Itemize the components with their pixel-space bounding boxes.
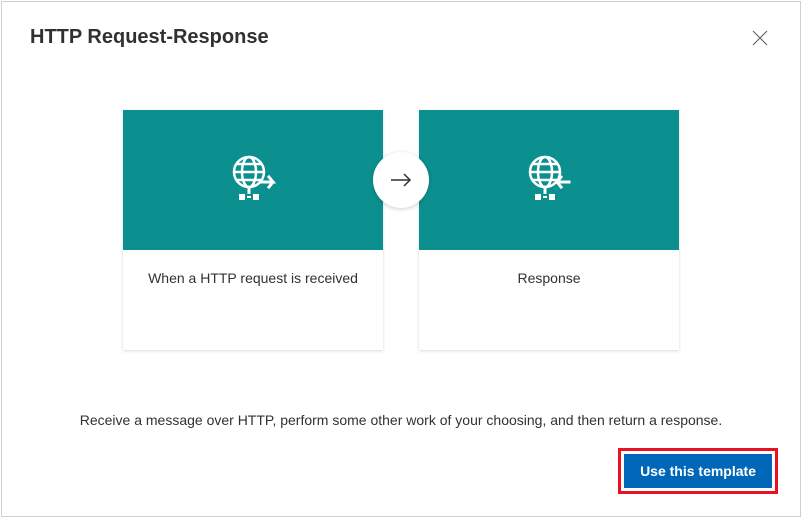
- tutorial-highlight: Use this template: [618, 448, 778, 494]
- template-modal: HTTP Request-Response: [1, 1, 801, 517]
- modal-footer: Use this template: [618, 448, 778, 494]
- close-icon: [752, 30, 768, 46]
- template-description: Receive a message over HTTP, perform som…: [30, 412, 772, 428]
- http-response-icon: [521, 152, 577, 208]
- action-card[interactable]: Response: [419, 110, 679, 350]
- modal-title: HTTP Request-Response: [30, 26, 269, 49]
- http-request-icon: [225, 152, 281, 208]
- flow-diagram: When a HTTP request is received: [30, 110, 772, 350]
- arrow-right-icon: [390, 173, 412, 187]
- action-card-label: Response: [419, 250, 679, 350]
- trigger-card-icon-area: [123, 110, 383, 250]
- close-button[interactable]: [748, 26, 772, 50]
- modal-header: HTTP Request-Response: [30, 26, 772, 50]
- use-template-button[interactable]: Use this template: [624, 454, 772, 488]
- trigger-card-label: When a HTTP request is received: [123, 250, 383, 350]
- action-card-icon-area: [419, 110, 679, 250]
- flow-arrow-circle: [373, 152, 429, 208]
- trigger-card[interactable]: When a HTTP request is received: [123, 110, 383, 350]
